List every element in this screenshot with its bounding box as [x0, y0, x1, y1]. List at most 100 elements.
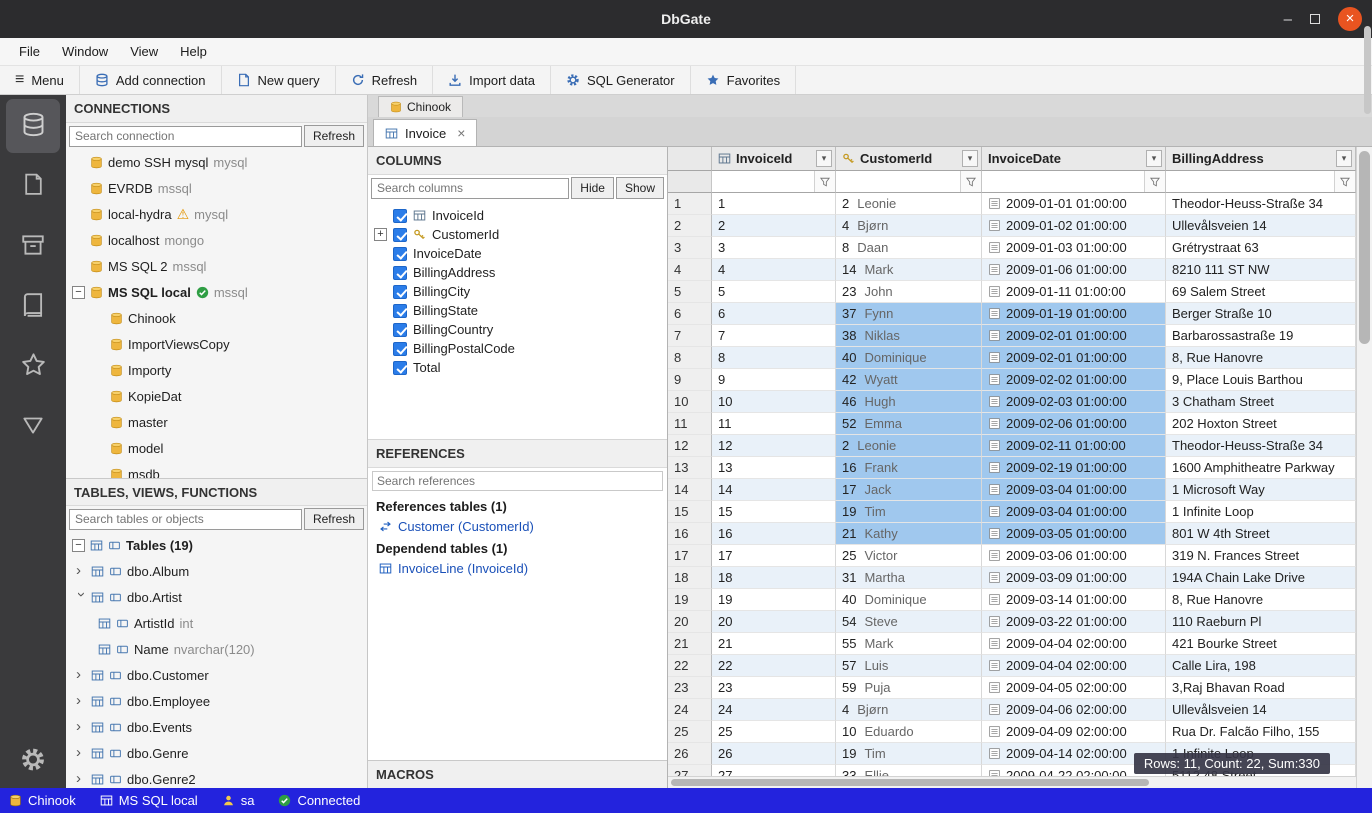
cell-billingaddress[interactable]: 1600 Amphitheatre Parkway — [1166, 457, 1356, 479]
connection-item[interactable]: local-hydra ⚠ mysql — [66, 201, 367, 227]
cell-customerid[interactable]: 54Steve — [836, 611, 982, 633]
cell-invoiceid[interactable]: 1 — [712, 193, 836, 215]
cell-invoicedate[interactable]: 2009-02-06 01:00:00 — [982, 413, 1166, 435]
connection-item[interactable]: EVRDB ⚠ mssql — [66, 175, 367, 201]
cell-invoicedate[interactable]: 2009-03-09 01:00:00 — [982, 567, 1166, 589]
cell-billingaddress[interactable]: Calle Lira, 198 — [1166, 655, 1356, 677]
column-list-item[interactable]: CustomerId — [368, 225, 667, 244]
cell-customerid[interactable]: 8Daan — [836, 237, 982, 259]
cell-invoiceid[interactable]: 18 — [712, 567, 836, 589]
filter-input-billingaddress[interactable] — [1166, 171, 1334, 192]
cell-customerid[interactable]: 59Puja — [836, 677, 982, 699]
cell-invoiceid[interactable]: 3 — [712, 237, 836, 259]
cell-invoicedate[interactable]: 2009-02-01 01:00:00 — [982, 325, 1166, 347]
cell-billingaddress[interactable]: Ullevålsveien 14 — [1166, 699, 1356, 721]
search-references-input[interactable] — [372, 471, 663, 491]
cell-invoicedate[interactable]: 2009-01-11 01:00:00 — [982, 281, 1166, 303]
table-tree-item[interactable]: › Tables (19) — [66, 532, 367, 558]
cell-customerid[interactable]: 52Emma — [836, 413, 982, 435]
menu-file[interactable]: File — [8, 40, 51, 63]
expand-column-icon[interactable] — [374, 228, 387, 241]
cell-customerid[interactable]: 19Tim — [836, 501, 982, 523]
menu-view[interactable]: View — [119, 40, 169, 63]
toolbar-add-connection-button[interactable]: Add connection — [80, 66, 222, 94]
cell-customerid[interactable]: 31Martha — [836, 567, 982, 589]
checkbox-checked[interactable] — [393, 323, 407, 337]
statusbar-database[interactable]: Chinook — [9, 793, 76, 808]
cell-billingaddress[interactable]: 9, Place Louis Barthou — [1166, 369, 1356, 391]
cell-customerid[interactable]: 25Victor — [836, 545, 982, 567]
column-list-item[interactable]: BillingCity — [368, 282, 667, 301]
toolbar-favorites-button[interactable]: Favorites — [691, 66, 796, 94]
row-number[interactable]: 25 — [668, 721, 712, 743]
table-tree-item[interactable]: › dbo.Customer — [66, 662, 367, 688]
cell-invoiceid[interactable]: 20 — [712, 611, 836, 633]
show-columns-button[interactable]: Show — [616, 177, 664, 199]
cell-customerid[interactable]: 2Leonie — [836, 193, 982, 215]
table-tree-item[interactable]: › dbo.Artist — [66, 584, 367, 610]
cell-billingaddress[interactable]: 1 Microsoft Way — [1166, 479, 1356, 501]
column-header-invoicedate[interactable]: InvoiceDate ▾ — [982, 147, 1166, 171]
cell-invoicedate[interactable]: 2009-04-04 02:00:00 — [982, 633, 1166, 655]
horizontal-scrollbar[interactable] — [668, 776, 1356, 788]
filter-funnel-icon[interactable] — [814, 171, 835, 192]
cell-invoiceid[interactable]: 15 — [712, 501, 836, 523]
connection-item[interactable]: MS SQL local ⚠ mssql — [66, 279, 367, 305]
search-tables-input[interactable] — [69, 509, 302, 530]
cell-invoiceid[interactable]: 22 — [712, 655, 836, 677]
search-columns-input[interactable] — [371, 178, 569, 199]
connection-item[interactable]: master ⚠ — [66, 409, 367, 435]
checkbox-checked[interactable] — [393, 285, 407, 299]
vertical-scrollbar[interactable] — [1356, 147, 1372, 788]
row-number[interactable]: 11 — [668, 413, 712, 435]
connection-item[interactable]: Chinook ⚠ — [66, 305, 367, 331]
cell-customerid[interactable]: 23John — [836, 281, 982, 303]
cell-billingaddress[interactable]: Berger Straße 10 — [1166, 303, 1356, 325]
cell-invoicedate[interactable]: 2009-03-04 01:00:00 — [982, 479, 1166, 501]
sidebar-settings-button[interactable] — [20, 746, 47, 776]
row-number[interactable]: 13 — [668, 457, 712, 479]
cell-billingaddress[interactable]: 3 Chatham Street — [1166, 391, 1356, 413]
table-tree-item[interactable]: › dbo.Album — [66, 558, 367, 584]
row-number[interactable]: 23 — [668, 677, 712, 699]
cell-invoiceid[interactable]: 26 — [712, 743, 836, 765]
cell-customerid[interactable]: 4Bjørn — [836, 215, 982, 237]
cell-customerid[interactable]: 2Leonie — [836, 435, 982, 457]
connection-item[interactable]: demo SSH mysql ⚠ mysql — [66, 149, 367, 175]
cell-customerid[interactable]: 38Niklas — [836, 325, 982, 347]
cell-invoicedate[interactable]: 2009-04-05 02:00:00 — [982, 677, 1166, 699]
column-dropdown-icon[interactable]: ▾ — [1146, 150, 1162, 167]
column-dropdown-icon[interactable]: ▾ — [1336, 150, 1352, 167]
filter-input-invoicedate[interactable] — [982, 171, 1144, 192]
connection-item[interactable]: Importy ⚠ — [66, 357, 367, 383]
cell-invoicedate[interactable]: 2009-03-22 01:00:00 — [982, 611, 1166, 633]
cell-invoiceid[interactable]: 10 — [712, 391, 836, 413]
cell-invoiceid[interactable]: 21 — [712, 633, 836, 655]
refresh-connections-button[interactable]: Refresh — [304, 125, 364, 147]
cell-invoicedate[interactable]: 2009-01-19 01:00:00 — [982, 303, 1166, 325]
menu-window[interactable]: Window — [51, 40, 119, 63]
cell-customerid[interactable]: 14Mark — [836, 259, 982, 281]
row-number[interactable]: 17 — [668, 545, 712, 567]
cell-invoicedate[interactable]: 2009-02-01 01:00:00 — [982, 347, 1166, 369]
connection-item[interactable]: KopieDat ⚠ — [66, 383, 367, 409]
cell-customerid[interactable]: 40Dominique — [836, 589, 982, 611]
column-list-item[interactable]: InvoiceDate — [368, 244, 667, 263]
cell-customerid[interactable]: 10Eduardo — [836, 721, 982, 743]
row-number[interactable]: 12 — [668, 435, 712, 457]
column-dropdown-icon[interactable]: ▾ — [816, 150, 832, 167]
checkbox-checked[interactable] — [393, 209, 407, 223]
row-number[interactable]: 16 — [668, 523, 712, 545]
cell-customerid[interactable]: 4Bjørn — [836, 699, 982, 721]
cell-invoiceid[interactable]: 12 — [712, 435, 836, 457]
cell-billingaddress[interactable]: 8, Rue Hanovre — [1166, 589, 1356, 611]
toolbar-refresh-button[interactable]: Refresh — [336, 66, 434, 94]
cell-invoiceid[interactable]: 25 — [712, 721, 836, 743]
cell-customerid[interactable]: 37Fynn — [836, 303, 982, 325]
toolbar-sql-generator-button[interactable]: SQL Generator — [551, 66, 691, 94]
cell-invoicedate[interactable]: 2009-02-02 01:00:00 — [982, 369, 1166, 391]
close-button[interactable]: × — [1338, 7, 1362, 31]
scrollbar-thumb[interactable] — [671, 779, 1149, 786]
cell-invoiceid[interactable]: 5 — [712, 281, 836, 303]
column-header-invoiceid[interactable]: InvoiceId ▾ — [712, 147, 836, 171]
